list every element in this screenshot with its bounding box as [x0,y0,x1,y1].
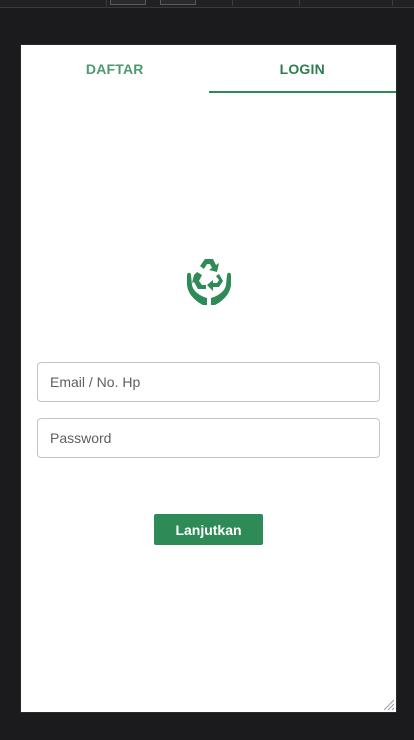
resize-handle-icon[interactable] [382,698,394,710]
toolbar-field[interactable] [160,0,196,5]
toolbar-divider [392,0,393,6]
toolbar-divider [299,0,300,6]
password-input[interactable] [37,418,380,458]
toolbar-field[interactable] [110,0,146,5]
recycle-hands-icon [187,259,231,305]
email-input[interactable] [37,362,380,402]
browser-toolbar-strip [0,0,414,8]
mobile-viewport: DAFTAR LOGIN Lanjutkan [21,45,396,712]
tab-daftar[interactable]: DAFTAR [21,45,209,93]
submit-button[interactable]: Lanjutkan [154,514,263,545]
toolbar-divider [232,0,233,6]
toolbar-divider [106,0,107,6]
tab-login[interactable]: LOGIN [208,45,397,93]
auth-tabs: DAFTAR LOGIN [21,45,396,93]
